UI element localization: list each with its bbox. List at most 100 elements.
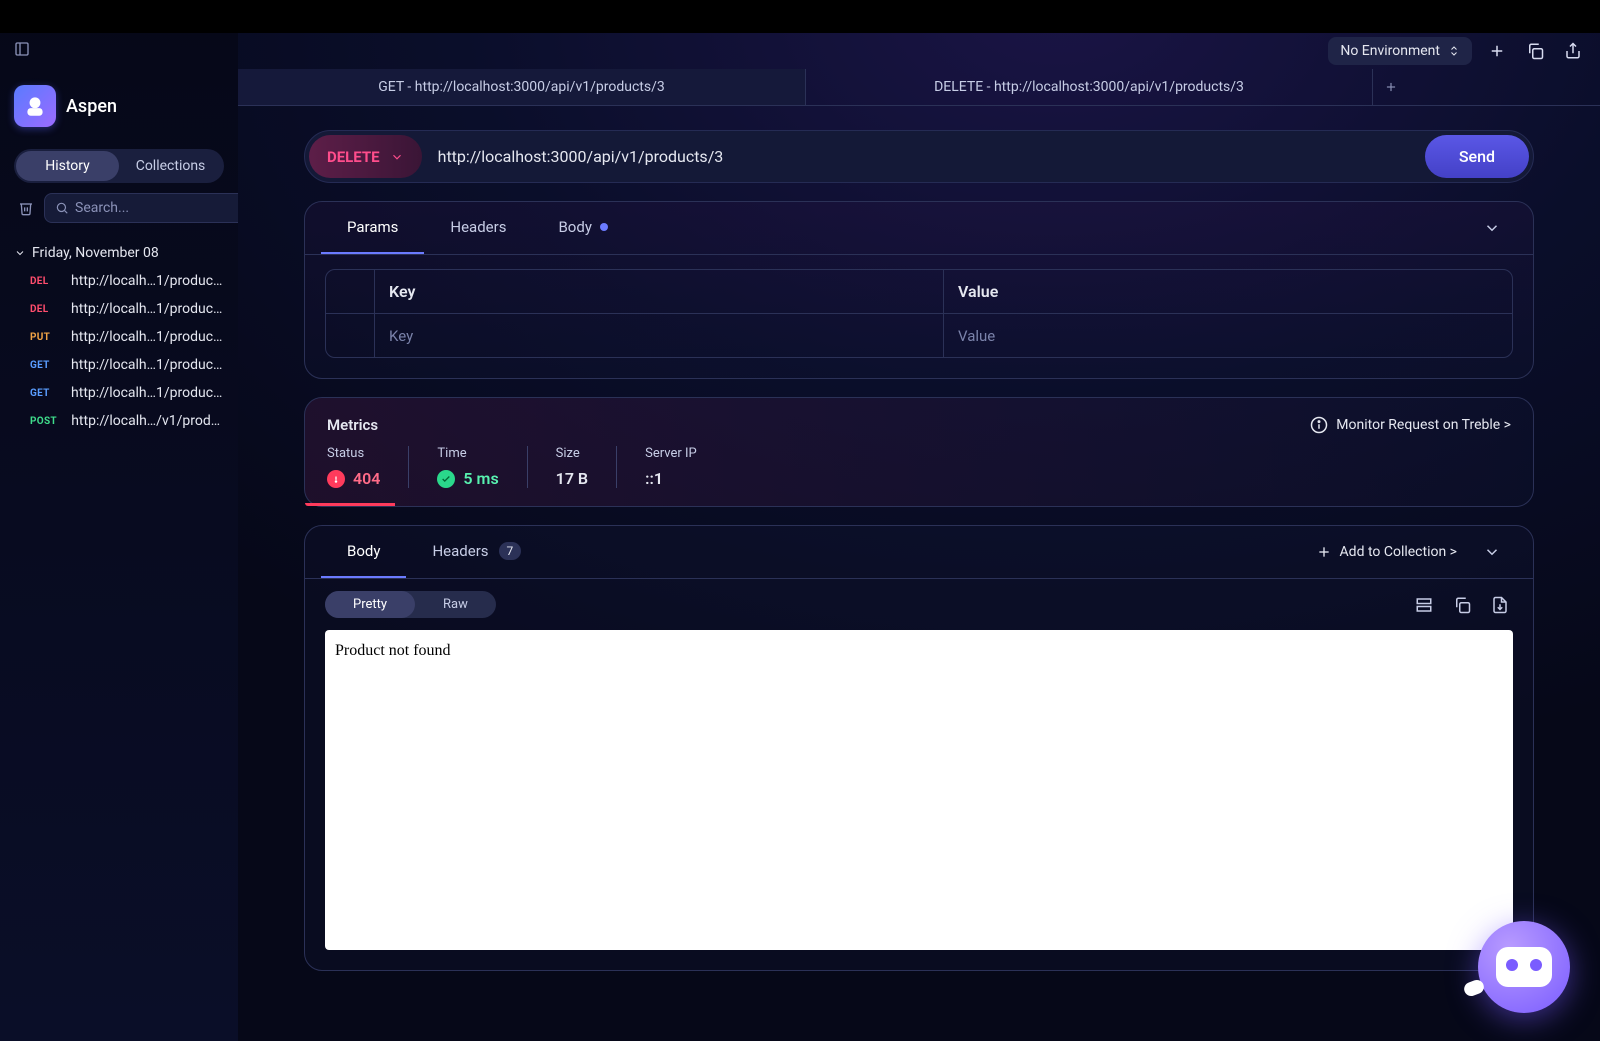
history-list: DEL http://localh…1/products/3 DEL http:… [0, 265, 238, 435]
share-icon[interactable] [1560, 38, 1586, 64]
metrics-title: Metrics [327, 416, 378, 434]
wrap-icon[interactable] [1411, 592, 1437, 618]
info-icon [1310, 416, 1328, 434]
request-tab-body-label: Body [558, 218, 591, 236]
copy-response-icon[interactable] [1449, 592, 1475, 618]
history-method: GET [30, 388, 61, 399]
open-tabs: GET - http://localhost:3000/api/v1/produ… [238, 69, 1600, 106]
metrics-panel: Metrics Monitor Request on Treble > Stat… [304, 397, 1534, 507]
history-url: http://localh…/v1/products [71, 413, 224, 429]
window-titlebar [0, 0, 1600, 33]
metric-value: 5 ms [463, 469, 498, 488]
format-raw[interactable]: Raw [415, 591, 496, 618]
environment-selector[interactable]: No Environment [1328, 37, 1472, 65]
body-indicator-dot-icon [600, 223, 608, 231]
history-item[interactable]: DEL http://localh…1/products/3 [0, 295, 238, 323]
history-url: http://localh…1/products/3 [71, 385, 224, 401]
history-url: http://localh…1/products/3 [71, 329, 224, 345]
collapse-response-panel[interactable] [1467, 527, 1517, 577]
history-date-label: Friday, November 08 [32, 245, 159, 261]
metric-label: Size [556, 446, 588, 461]
history-url: http://localh…1/products/3 [71, 357, 224, 373]
trash-icon[interactable] [14, 196, 38, 220]
response-body[interactable]: Product not found [325, 630, 1513, 950]
response-format-toggle: Pretty Raw [325, 591, 496, 618]
url-input[interactable] [422, 135, 1425, 178]
response-tab-headers[interactable]: Headers 7 [406, 526, 547, 578]
sidebar-tabs: History Collections [14, 149, 224, 183]
topbar: No Environment [238, 33, 1600, 69]
collapse-request-panel[interactable] [1467, 203, 1517, 253]
chevron-down-icon [14, 247, 26, 259]
metric-value: 404 [353, 469, 380, 488]
history-item[interactable]: GET http://localh…1/products/3 [0, 379, 238, 407]
metric-time: Time 5 ms [408, 446, 526, 488]
request-panel: Params Headers Body Key Value [304, 201, 1534, 379]
plus-icon [1316, 544, 1332, 560]
metric-label: Time [437, 446, 498, 461]
history-url: http://localh…1/products/3 [71, 301, 224, 317]
request-tab-params[interactable]: Params [321, 202, 424, 254]
search-box[interactable] [44, 193, 264, 223]
history-item[interactable]: PUT http://localh…1/products/3 [0, 323, 238, 351]
history-method: POST [30, 416, 61, 427]
download-response-icon[interactable] [1487, 592, 1513, 618]
sidebar: Aspen History Collections Friday, Novemb… [0, 0, 238, 1041]
kv-value-input[interactable] [958, 327, 1498, 345]
assistant-bubble[interactable] [1478, 921, 1570, 1013]
request-tab-headers[interactable]: Headers [424, 202, 532, 254]
app-logo-icon [14, 85, 56, 127]
metrics-progress-bar [305, 503, 395, 506]
copy-icon[interactable] [1522, 38, 1548, 64]
method-selector[interactable]: DELETE [309, 135, 422, 178]
kv-head-blank [326, 270, 374, 314]
assistant-bot-icon [1496, 947, 1552, 987]
metric-value: 17 B [556, 469, 588, 488]
history-method: DEL [30, 304, 61, 315]
method-label: DELETE [327, 148, 380, 166]
history-date-toggle[interactable]: Friday, November 08 [0, 233, 238, 265]
app-name: Aspen [66, 96, 117, 117]
send-button[interactable]: Send [1425, 135, 1529, 178]
metric-status: Status 404 [327, 446, 408, 488]
new-tab-button[interactable] [1372, 69, 1408, 105]
metric-size: Size 17 B [527, 446, 616, 488]
main: No Environment GET - http://localhost:30… [238, 0, 1600, 1041]
history-item[interactable]: POST http://localh…/v1/products [0, 407, 238, 435]
monitor-label: Monitor Request on Treble > [1336, 417, 1511, 433]
kv-row-handle[interactable] [326, 314, 374, 357]
response-panel: Body Headers 7 Add to Collection > [304, 525, 1534, 971]
history-url: http://localh…1/products/3 [71, 273, 224, 289]
panel-toggle-icon[interactable] [14, 41, 30, 57]
response-tab-body[interactable]: Body [321, 526, 406, 578]
history-method: PUT [30, 332, 61, 343]
status-ok-icon [437, 470, 455, 488]
headers-count-badge: 7 [499, 542, 522, 560]
search-icon [55, 201, 69, 215]
history-item[interactable]: GET http://localh…1/products/3 [0, 351, 238, 379]
kv-key-input[interactable] [389, 327, 929, 345]
add-to-collection-label: Add to Collection > [1340, 544, 1457, 560]
metric-value: ::1 [645, 469, 663, 488]
metric-label: Server IP [645, 446, 697, 461]
history-item[interactable]: DEL http://localh…1/products/3 [0, 267, 238, 295]
brand: Aspen [0, 65, 238, 137]
metric-label: Status [327, 446, 380, 461]
request-tab-body[interactable]: Body [532, 202, 633, 254]
add-to-collection-button[interactable]: Add to Collection > [1306, 544, 1467, 560]
kv-head-key: Key [374, 270, 943, 314]
status-error-icon [327, 470, 345, 488]
metric-serverip: Server IP ::1 [616, 446, 725, 488]
search-input[interactable] [75, 200, 253, 216]
params-table: Key Value [325, 269, 1513, 358]
monitor-link[interactable]: Monitor Request on Treble > [1310, 416, 1511, 434]
tab-collections[interactable]: Collections [119, 151, 222, 181]
plus-icon[interactable] [1484, 38, 1510, 64]
format-pretty[interactable]: Pretty [325, 591, 415, 618]
tab-item[interactable]: GET - http://localhost:3000/api/v1/produ… [238, 69, 805, 105]
tab-item[interactable]: DELETE - http://localhost:3000/api/v1/pr… [805, 69, 1372, 105]
tab-history[interactable]: History [16, 151, 119, 181]
history-method: DEL [30, 276, 61, 287]
kv-head-value: Value [943, 270, 1512, 314]
history-method: GET [30, 360, 61, 371]
